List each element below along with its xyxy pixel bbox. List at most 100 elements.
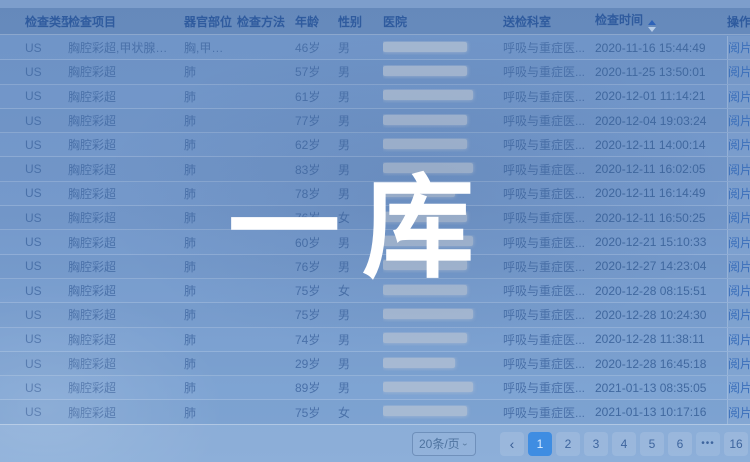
table-header-row: 检查类型检查项目器官部位检查方法年龄性别医院送检科室检查时间操作 (0, 8, 750, 35)
table-row: US胸腔彩超肺83岁男呼吸与重症医...2020-12-11 16:02:05阅… (0, 157, 750, 181)
cell-check_type: US (25, 405, 68, 419)
view-film-link[interactable]: 阅片 (728, 306, 750, 323)
sort-desc-icon[interactable] (648, 27, 656, 32)
cell-gender: 男 (338, 185, 383, 202)
cell-age: 83岁 (295, 161, 338, 178)
page-button-2[interactable]: 2 (556, 432, 580, 456)
view-film-link[interactable]: 阅片 (728, 209, 750, 226)
view-film-link[interactable]: 阅片 (728, 258, 750, 275)
more-pages-button[interactable]: ••• (696, 432, 720, 456)
cell-department: 呼吸与重症医... (503, 161, 595, 178)
cell-department: 呼吸与重症医... (503, 258, 595, 275)
cell-age: 29岁 (295, 355, 338, 372)
cell-gender: 男 (338, 234, 383, 251)
cell-check_type: US (25, 284, 68, 298)
hospital-redacted-block (383, 358, 455, 368)
cell-organ: 胸,甲状... (184, 39, 237, 56)
cell-check_time: 2020-12-11 16:50:25 (595, 211, 727, 225)
page-button-5[interactable]: 5 (640, 432, 664, 456)
cell-check_type: US (25, 381, 68, 395)
view-film-link[interactable]: 阅片 (728, 136, 750, 153)
view-film-link[interactable]: 阅片 (728, 185, 750, 202)
cell-action: 阅片 (727, 400, 750, 423)
cell-check_type: US (25, 162, 68, 176)
cell-hospital (383, 259, 503, 273)
cell-action: 阅片 (727, 182, 750, 205)
cell-check_time: 2020-12-28 11:38:11 (595, 332, 727, 346)
sort-caret-icon[interactable] (648, 20, 656, 32)
hospital-redacted-block (383, 212, 467, 222)
cell-action: 阅片 (727, 230, 750, 253)
cell-check_type: US (25, 211, 68, 225)
table-row: US胸腔彩超肺29岁男呼吸与重症医...2020-12-28 16:45:18阅… (0, 352, 750, 376)
cell-age: 75岁 (295, 404, 338, 421)
page-button-16[interactable]: 16 (724, 432, 748, 456)
cell-organ: 肺 (184, 234, 237, 251)
column-header-label: 送检科室 (503, 15, 551, 29)
cell-action: 阅片 (727, 376, 750, 399)
cell-check_time: 2020-12-01 11:14:21 (595, 89, 727, 103)
chevron-down-icon: ⌄ (461, 439, 469, 448)
cell-action: 阅片 (727, 157, 750, 180)
cell-check_item: 胸腔彩超 (68, 112, 184, 129)
cell-check_time: 2020-11-16 15:44:49 (595, 41, 727, 55)
cell-check_type: US (25, 65, 68, 79)
cell-check_time: 2021-01-13 08:35:05 (595, 381, 727, 395)
cell-organ: 肺 (184, 306, 237, 323)
page-size-label: 20条/页 (419, 435, 460, 452)
column-header-label: 操作 (727, 15, 750, 29)
cell-age: 46岁 (295, 39, 338, 56)
table-row: US胸腔彩超肺75岁男呼吸与重症医...2020-12-28 10:24:30阅… (0, 303, 750, 327)
page-button-4[interactable]: 4 (612, 432, 636, 456)
column-header-label: 检查方法 (237, 15, 285, 29)
column-header-label: 性别 (338, 15, 362, 29)
view-film-link[interactable]: 阅片 (728, 379, 750, 396)
cell-department: 呼吸与重症医... (503, 136, 595, 153)
view-film-link[interactable]: 阅片 (728, 112, 750, 129)
cell-hospital (383, 138, 503, 152)
column-header-check_time[interactable]: 检查时间 (595, 11, 727, 32)
view-film-link[interactable]: 阅片 (728, 282, 750, 299)
view-film-link[interactable]: 阅片 (728, 234, 750, 251)
cell-department: 呼吸与重症医... (503, 209, 595, 226)
cell-action: 阅片 (727, 328, 750, 351)
cell-organ: 肺 (184, 112, 237, 129)
cell-check_time: 2020-12-27 14:23:04 (595, 259, 727, 273)
cell-action: 阅片 (727, 352, 750, 375)
table-row: US胸腔彩超肺89岁男呼吸与重症医...2021-01-13 08:35:05阅… (0, 376, 750, 400)
cell-department: 呼吸与重症医... (503, 379, 595, 396)
page-button-1[interactable]: 1 (528, 432, 552, 456)
cell-age: 78岁 (295, 185, 338, 202)
column-header-label: 器官部位 (184, 15, 232, 29)
view-film-link[interactable]: 阅片 (728, 331, 750, 348)
hospital-redacted-block (383, 139, 467, 149)
cell-organ: 肺 (184, 282, 237, 299)
column-header-label: 年龄 (295, 15, 319, 29)
view-film-link[interactable]: 阅片 (728, 88, 750, 105)
cell-gender: 男 (338, 331, 383, 348)
view-film-link[interactable]: 阅片 (728, 63, 750, 80)
hospital-redacted-block (383, 333, 467, 343)
column-header-method: 检查方法 (237, 13, 295, 30)
cell-gender: 男 (338, 88, 383, 105)
view-film-link[interactable]: 阅片 (728, 404, 750, 421)
hospital-redacted-block (383, 236, 473, 246)
view-film-link[interactable]: 阅片 (728, 355, 750, 372)
cell-gender: 男 (338, 63, 383, 80)
cell-hospital (383, 211, 503, 225)
cell-action: 阅片 (727, 133, 750, 156)
cell-check_type: US (25, 41, 68, 55)
view-film-link[interactable]: 阅片 (728, 161, 750, 178)
cell-organ: 肺 (184, 63, 237, 80)
table-row: US胸腔彩超肺75岁女呼吸与重症医...2020-12-28 08:15:51阅… (0, 279, 750, 303)
cell-age: 76岁 (295, 258, 338, 275)
cell-age: 75岁 (295, 282, 338, 299)
page-button-3[interactable]: 3 (584, 432, 608, 456)
view-film-link[interactable]: 阅片 (728, 39, 750, 56)
prev-page-button[interactable]: ‹ (500, 432, 524, 456)
cell-check_type: US (25, 357, 68, 371)
cell-hospital (383, 405, 503, 419)
page-size-select[interactable]: 20条/页 ⌄ (412, 432, 476, 456)
sort-asc-icon[interactable] (648, 20, 656, 25)
page-button-6[interactable]: 6 (668, 432, 692, 456)
